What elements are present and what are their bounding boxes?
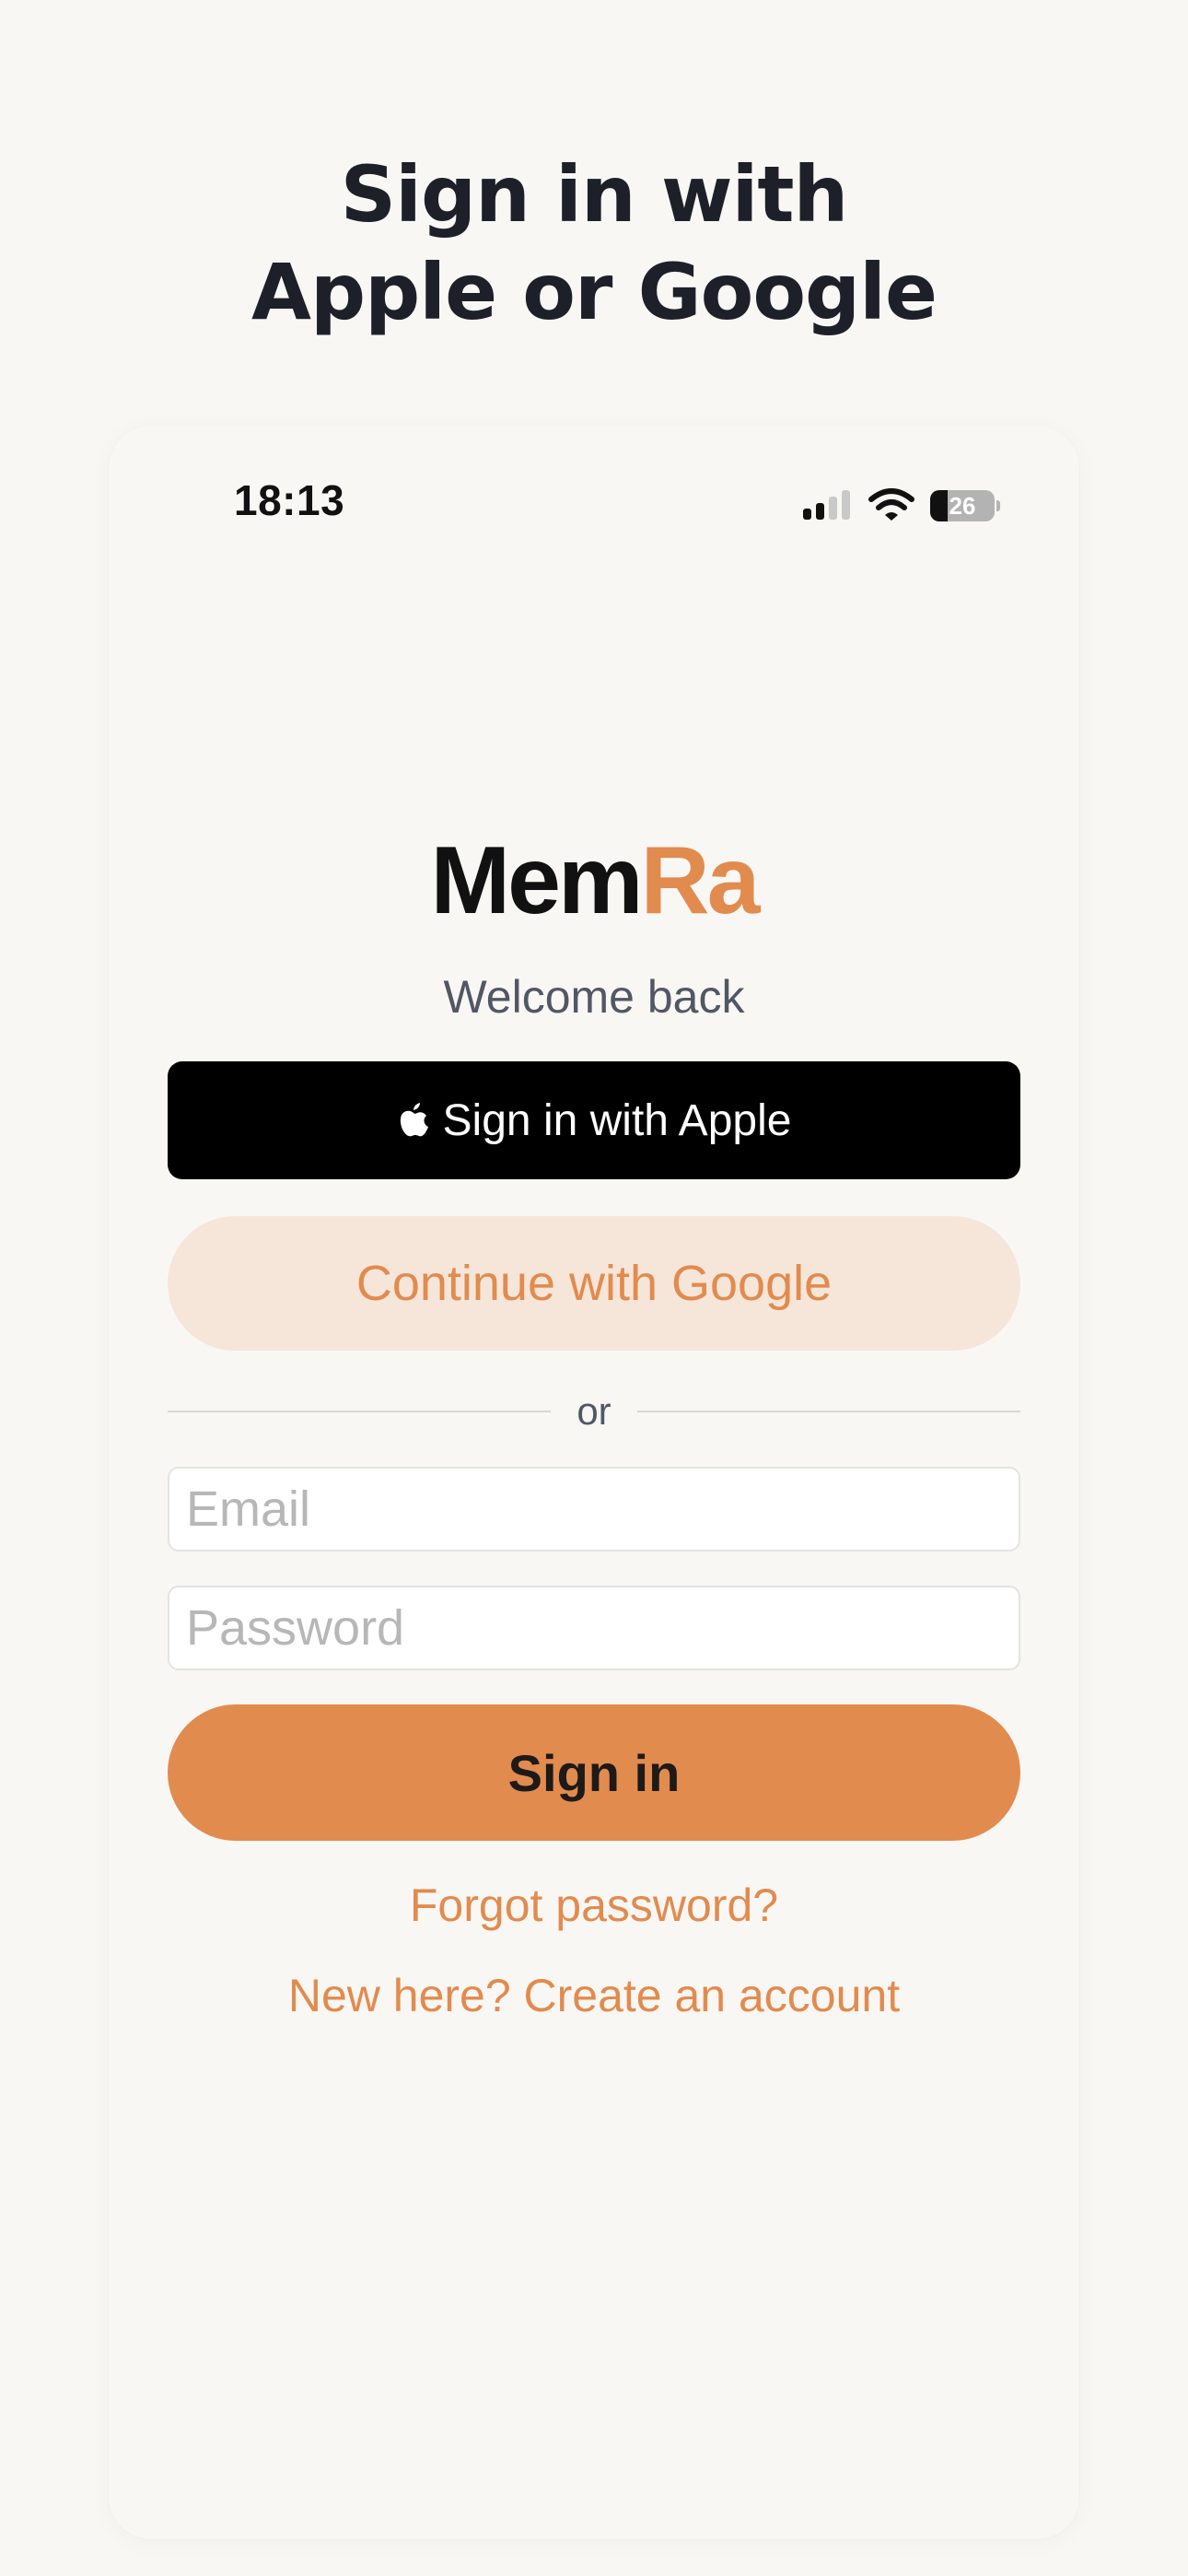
battery-percent: 26 [949, 492, 976, 520]
wifi-icon [868, 488, 914, 521]
sign-in-with-apple-button[interactable]: Sign in with Apple [168, 1061, 1020, 1179]
sign-in-button-label: Sign in [507, 1743, 681, 1802]
logo-part-mem: Mem [430, 827, 644, 934]
or-divider: or [168, 1386, 1020, 1437]
sign-in-button[interactable]: Sign in [168, 1704, 1020, 1841]
email-field[interactable] [168, 1467, 1020, 1551]
promo-headline-line1: Sign in with [340, 149, 849, 240]
password-field[interactable] [168, 1586, 1020, 1670]
battery-icon: 26 [930, 490, 1000, 521]
google-button-label: Continue with Google [355, 1256, 833, 1311]
divider-text: or [577, 1389, 611, 1433]
app-logo: MemRa [0, 825, 1188, 936]
status-time: 18:13 [234, 476, 345, 524]
forgot-password-link[interactable]: Forgot password? [0, 1878, 1188, 1933]
continue-with-google-button[interactable]: Continue with Google [168, 1216, 1020, 1351]
apple-logo-icon [400, 1103, 428, 1137]
apple-button-label: Sign in with Apple [442, 1095, 792, 1145]
cellular-signal-icon [803, 488, 855, 521]
screen: Sign in with Apple or Google 18:13 26 Me… [0, 0, 1188, 2576]
welcome-text: Welcome back [443, 971, 745, 1023]
logo-part-ra: Ra [640, 827, 761, 934]
promo-headline: Sign in with Apple or Google [0, 146, 1188, 341]
create-account-link[interactable]: New here? Create an account [0, 1968, 1188, 2023]
divider-line-left [168, 1411, 551, 1412]
promo-headline-line2: Apple or Google [251, 247, 938, 337]
divider-line-right [637, 1411, 1020, 1412]
